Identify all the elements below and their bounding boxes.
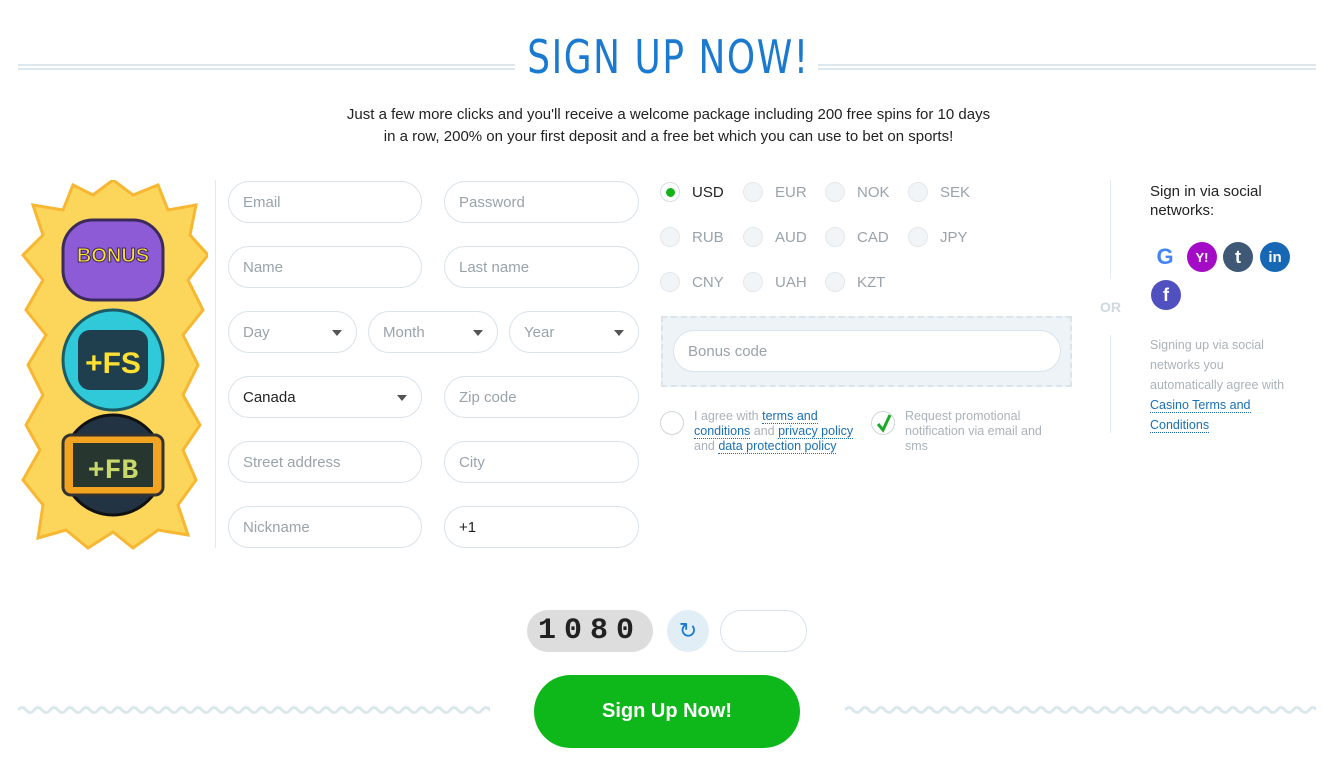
text: Signing up via social networks you autom… — [1150, 338, 1285, 392]
email-input[interactable]: Email — [228, 181, 422, 223]
radio-button[interactable] — [660, 227, 680, 247]
zip-input[interactable]: Zip code — [444, 376, 639, 418]
page-title: SIGN UP NOW! — [527, 30, 810, 84]
currency-radio-cad[interactable]: CAD — [825, 227, 889, 247]
radio-button[interactable] — [825, 227, 845, 247]
password-input[interactable]: Password — [444, 181, 639, 223]
text: and — [694, 439, 719, 453]
data-protection-link[interactable]: data protection policy — [718, 439, 837, 454]
city-input[interactable]: City — [444, 441, 639, 483]
currency-label: EUR — [775, 183, 807, 201]
radio-button[interactable] — [825, 182, 845, 202]
bonus-code-input[interactable]: Bonus code — [673, 330, 1061, 372]
currency-label: SEK — [940, 183, 971, 201]
promo-notify-text: Request promotional notification via ema… — [905, 409, 1042, 453]
promo-art-image: BONUS +FS +FB — [20, 180, 208, 550]
day-select[interactable]: Day — [228, 311, 357, 353]
privacy-link[interactable]: privacy policy — [778, 424, 854, 439]
divider — [18, 64, 515, 70]
linkedin-icon[interactable]: in — [1260, 242, 1290, 272]
promo-checkbox[interactable] — [871, 411, 895, 435]
currency-label: KZT — [857, 273, 886, 291]
terms-text: I agree with terms and conditions and pr… — [694, 409, 854, 454]
nickname-input[interactable]: Nickname — [228, 506, 422, 548]
street-input[interactable]: Street address — [228, 441, 422, 483]
radio-button[interactable] — [908, 227, 928, 247]
radio-button[interactable] — [825, 272, 845, 292]
social-title: Sign in via social networks: — [1150, 183, 1262, 219]
currency-radio-aud[interactable]: AUD — [743, 227, 807, 247]
radio-button[interactable] — [908, 182, 928, 202]
divider — [1110, 180, 1111, 278]
phone-input[interactable]: +1 — [444, 506, 639, 548]
refresh-captcha-icon[interactable]: ↻ — [667, 610, 709, 652]
currency-label: CAD — [857, 228, 889, 246]
radio-button[interactable] — [743, 182, 763, 202]
captcha-image: 1080 — [527, 610, 653, 652]
bonus-label: BONUS — [77, 245, 149, 267]
wave-divider — [845, 706, 1316, 714]
currency-label: USD — [692, 183, 724, 201]
or-label: OR — [1100, 299, 1121, 315]
facebook-icon[interactable]: f — [1151, 280, 1181, 310]
terms-checkbox[interactable] — [660, 411, 684, 435]
currency-radio-nok[interactable]: NOK — [825, 182, 890, 202]
currency-radio-cny[interactable]: CNY — [660, 272, 724, 292]
social-note: Signing up via social networks you autom… — [1150, 335, 1300, 435]
radio-button[interactable] — [743, 272, 763, 292]
currency-label: CNY — [692, 273, 724, 291]
currency-radio-rub[interactable]: RUB — [660, 227, 724, 247]
currency-label: UAH — [775, 273, 807, 291]
captcha-input[interactable] — [720, 610, 807, 652]
name-input[interactable]: Name — [228, 246, 422, 288]
text: and — [750, 424, 779, 438]
country-select[interactable]: Canada — [228, 376, 422, 418]
currency-label: RUB — [692, 228, 724, 246]
check-icon — [876, 414, 892, 433]
casino-terms-link[interactable]: Casino Terms and Conditions — [1150, 398, 1251, 433]
tumblr-icon[interactable]: t — [1223, 242, 1253, 272]
radio-button[interactable] — [743, 227, 763, 247]
radio-button[interactable] — [660, 182, 680, 202]
currency-label: NOK — [857, 183, 890, 201]
divider — [1110, 335, 1111, 433]
year-select[interactable]: Year — [509, 311, 639, 353]
currency-radio-jpy[interactable]: JPY — [908, 227, 968, 247]
divider — [818, 64, 1316, 70]
fs-label: +FS — [85, 347, 141, 380]
sign-up-button[interactable]: Sign Up Now! — [534, 675, 800, 748]
currency-radio-sek[interactable]: SEK — [908, 182, 970, 202]
fb-label: +FB — [88, 456, 139, 487]
divider — [215, 180, 216, 548]
currency-radio-usd[interactable]: USD — [660, 182, 724, 202]
text: I agree with — [694, 409, 763, 423]
google-icon[interactable]: G — [1150, 242, 1180, 272]
radio-button[interactable] — [660, 272, 680, 292]
last-name-input[interactable]: Last name — [444, 246, 639, 288]
yahoo-icon[interactable]: Y! — [1187, 242, 1217, 272]
currency-radio-kzt[interactable]: KZT — [825, 272, 885, 292]
currency-radio-uah[interactable]: UAH — [743, 272, 807, 292]
currency-radio-eur[interactable]: EUR — [743, 182, 807, 202]
subtitle: Just a few more clicks and you'll receiv… — [346, 106, 991, 145]
month-select[interactable]: Month — [368, 311, 498, 353]
wave-divider — [18, 706, 490, 714]
currency-label: JPY — [940, 228, 968, 246]
currency-label: AUD — [775, 228, 807, 246]
